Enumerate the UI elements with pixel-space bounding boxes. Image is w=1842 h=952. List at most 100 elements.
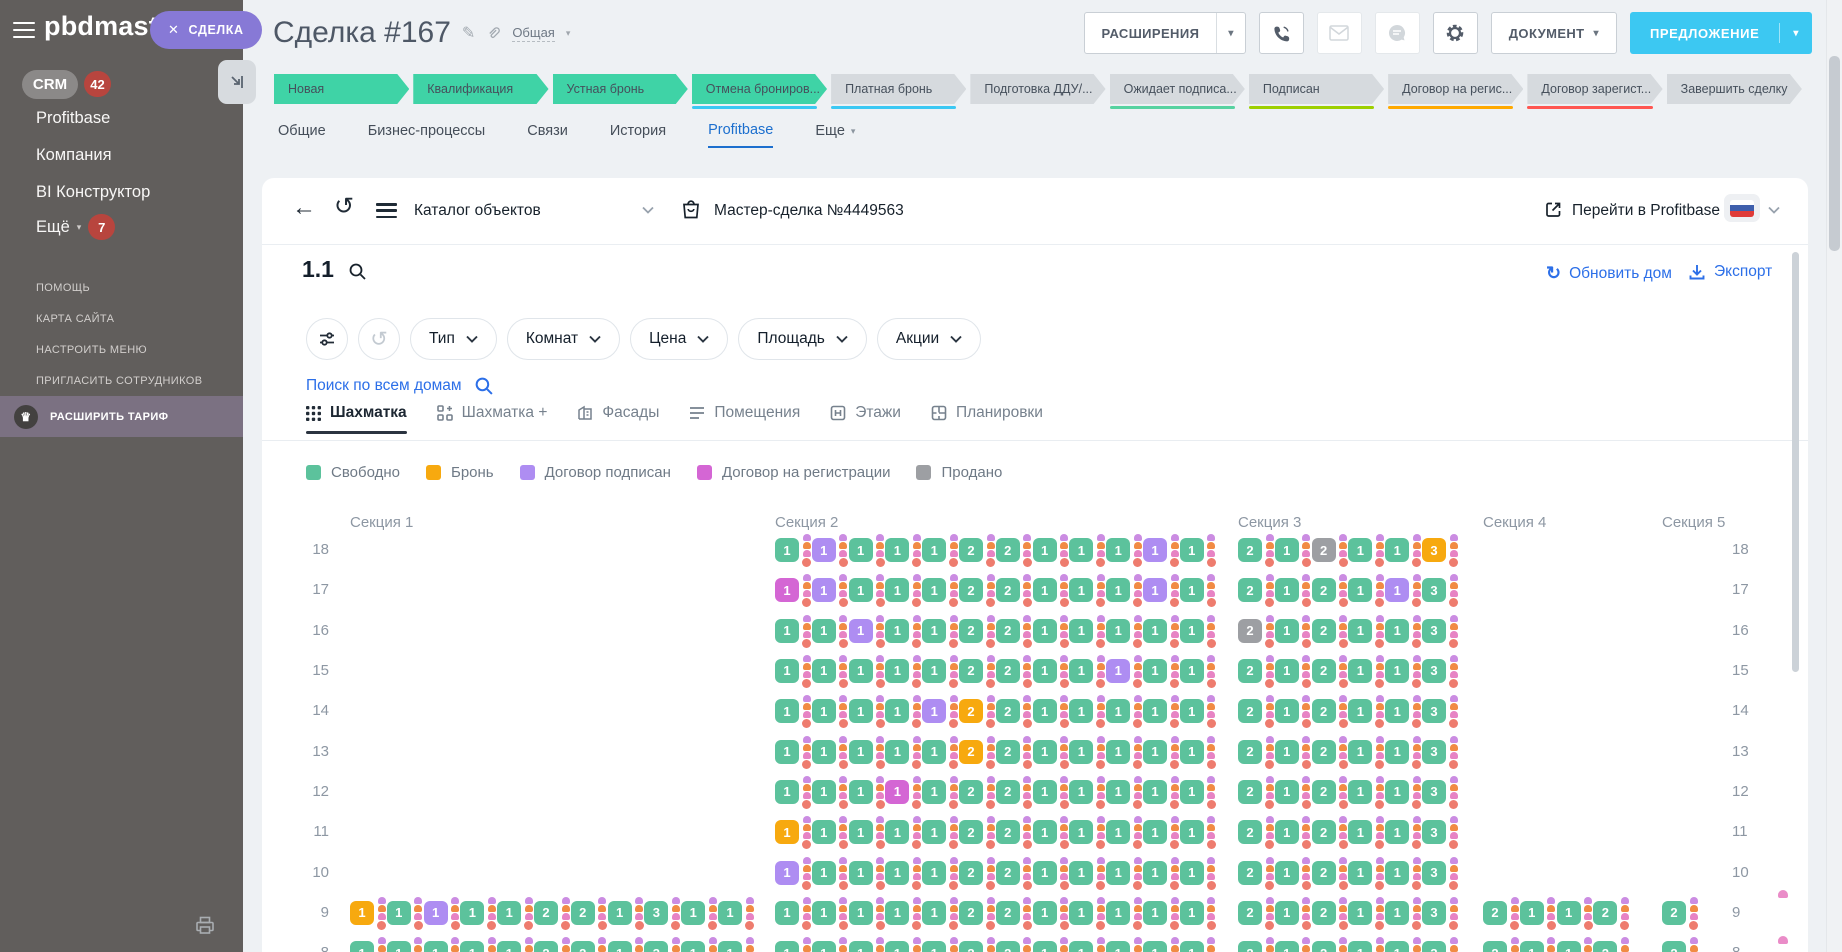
unit-cell[interactable]: 1 bbox=[1275, 578, 1299, 602]
unit-cell[interactable]: 1 bbox=[775, 538, 799, 562]
unit-cell[interactable]: 1 bbox=[885, 901, 909, 925]
unit-cell[interactable]: 1 bbox=[885, 941, 909, 952]
stage-11[interactable]: Завершить сделку bbox=[1667, 74, 1802, 109]
sidebar-item-3[interactable]: BI Конструктор bbox=[36, 174, 150, 211]
unit-cell[interactable]: 1 bbox=[1348, 659, 1372, 683]
unit-cell[interactable]: 1 bbox=[1106, 901, 1130, 925]
unit-cell[interactable]: 2 bbox=[996, 861, 1020, 885]
unit-cell[interactable]: 1 bbox=[424, 941, 448, 952]
unit-cell[interactable]: 1 bbox=[1348, 619, 1372, 643]
unit-cell[interactable]: 1 bbox=[1348, 901, 1372, 925]
chat-button[interactable] bbox=[1375, 12, 1420, 54]
unit-cell[interactable]: 1 bbox=[922, 820, 946, 844]
mail-button[interactable] bbox=[1317, 12, 1362, 54]
unit-cell[interactable]: 2 bbox=[1312, 820, 1336, 844]
unit-cell[interactable]: 2 bbox=[1312, 538, 1336, 562]
sidebar-footer-item-2[interactable]: КАРТА САЙТА bbox=[36, 303, 203, 334]
unit-cell[interactable]: 2 bbox=[1312, 578, 1336, 602]
unit-cell[interactable]: 1 bbox=[812, 941, 836, 952]
language-selector[interactable] bbox=[1724, 194, 1760, 222]
unit-cell[interactable]: 1 bbox=[885, 619, 909, 643]
unit-cell[interactable]: 1 bbox=[1106, 699, 1130, 723]
unit-cell[interactable]: 1 bbox=[1180, 699, 1204, 723]
grid-scrollbar[interactable] bbox=[1792, 252, 1799, 672]
unit-cell[interactable]: 2 bbox=[1312, 619, 1336, 643]
unit-cell[interactable]: 1 bbox=[1348, 941, 1372, 952]
pipeline-selector[interactable]: Общая bbox=[512, 25, 555, 42]
view-tab-3[interactable]: Фасады bbox=[577, 404, 659, 433]
view-tab-1[interactable]: Шахматка bbox=[306, 404, 407, 433]
filter-pill-2[interactable]: Комнат bbox=[507, 318, 620, 360]
catalog-selector[interactable]: Каталог объектов bbox=[414, 202, 541, 220]
unit-cell[interactable]: 1 bbox=[1180, 740, 1204, 764]
unit-cell[interactable]: 1 bbox=[849, 861, 873, 885]
unit-cell[interactable]: 1 bbox=[1180, 820, 1204, 844]
unit-cell[interactable]: 3 bbox=[1422, 619, 1446, 643]
settings-gear-button[interactable] bbox=[1433, 12, 1478, 54]
unit-cell[interactable]: 1 bbox=[1180, 619, 1204, 643]
unit-cell[interactable]: 1 bbox=[922, 578, 946, 602]
unit-cell[interactable]: 1 bbox=[1180, 659, 1204, 683]
unit-cell[interactable]: 1 bbox=[718, 901, 742, 925]
unit-cell[interactable]: 3 bbox=[644, 901, 668, 925]
sidebar-item-crm[interactable]: CRM bbox=[22, 70, 78, 99]
unit-cell[interactable]: 1 bbox=[812, 740, 836, 764]
unit-cell[interactable]: 2 bbox=[1312, 699, 1336, 723]
filter-pill-5[interactable]: Акции bbox=[877, 318, 981, 360]
unit-cell[interactable]: 1 bbox=[1348, 740, 1372, 764]
proposal-dropdown-caret[interactable]: ▾ bbox=[1779, 23, 1812, 43]
catalog-menu-icon[interactable] bbox=[376, 203, 397, 218]
tab-история[interactable]: История bbox=[610, 122, 666, 148]
external-link-icon[interactable] bbox=[1543, 199, 1564, 220]
filter-pill-1[interactable]: Тип bbox=[410, 318, 497, 360]
unit-cell[interactable]: 2 bbox=[1662, 941, 1686, 952]
unit-cell[interactable]: 1 bbox=[849, 538, 873, 562]
unit-cell[interactable]: 1 bbox=[849, 780, 873, 804]
unit-cell[interactable]: 3 bbox=[1422, 538, 1446, 562]
unit-cell[interactable]: 1 bbox=[1385, 941, 1409, 952]
unit-cell[interactable]: 1 bbox=[775, 659, 799, 683]
unit-cell[interactable]: 1 bbox=[1385, 699, 1409, 723]
unit-cell[interactable]: 1 bbox=[1385, 861, 1409, 885]
unit-cell[interactable]: 1 bbox=[812, 538, 836, 562]
unit-cell[interactable]: 2 bbox=[959, 578, 983, 602]
unit-cell[interactable]: 1 bbox=[1069, 861, 1093, 885]
stage-4[interactable]: Отмена брониров... bbox=[692, 74, 827, 109]
unit-cell[interactable]: 2 bbox=[1662, 901, 1686, 925]
unit-cell[interactable]: 1 bbox=[922, 901, 946, 925]
unit-cell[interactable]: 1 bbox=[885, 699, 909, 723]
unit-cell[interactable]: 1 bbox=[1275, 659, 1299, 683]
unit-cell[interactable]: 1 bbox=[1557, 901, 1581, 925]
link-icon[interactable] bbox=[486, 26, 501, 41]
unit-cell[interactable]: 1 bbox=[1106, 619, 1130, 643]
unit-cell[interactable]: 1 bbox=[1385, 901, 1409, 925]
unit-cell[interactable]: 2 bbox=[1238, 699, 1262, 723]
unit-cell[interactable]: 1 bbox=[1275, 619, 1299, 643]
tab-еще[interactable]: Еще▾ bbox=[815, 122, 855, 148]
unit-cell[interactable]: 2 bbox=[1238, 820, 1262, 844]
unit-cell[interactable]: 1 bbox=[1385, 659, 1409, 683]
sidebar-footer-item-1[interactable]: ПОМОЩЬ bbox=[36, 272, 203, 303]
unit-cell[interactable]: 2 bbox=[1238, 619, 1262, 643]
unit-cell[interactable]: 2 bbox=[959, 780, 983, 804]
stage-7[interactable]: Ожидает подписа... bbox=[1110, 74, 1245, 109]
unit-cell[interactable]: 2 bbox=[1483, 941, 1507, 952]
unit-cell[interactable]: 2 bbox=[1312, 740, 1336, 764]
unit-cell[interactable]: 3 bbox=[1422, 861, 1446, 885]
unit-cell[interactable]: 1 bbox=[1143, 901, 1167, 925]
unit-cell[interactable]: 1 bbox=[885, 740, 909, 764]
unit-cell[interactable]: 2 bbox=[996, 699, 1020, 723]
unit-cell[interactable]: 2 bbox=[959, 901, 983, 925]
unit-cell[interactable]: 1 bbox=[1143, 538, 1167, 562]
unit-cell[interactable]: 1 bbox=[922, 941, 946, 952]
unit-cell[interactable]: 1 bbox=[1385, 740, 1409, 764]
unit-cell[interactable]: 1 bbox=[1143, 861, 1167, 885]
stage-8[interactable]: Подписан bbox=[1249, 74, 1384, 109]
unit-cell[interactable]: 3 bbox=[1422, 941, 1446, 952]
unit-cell[interactable]: 1 bbox=[1348, 699, 1372, 723]
unit-cell[interactable]: 1 bbox=[1069, 699, 1093, 723]
unit-cell[interactable]: 1 bbox=[1033, 861, 1057, 885]
unit-cell[interactable]: 1 bbox=[1180, 780, 1204, 804]
tab-profitbase[interactable]: Profitbase bbox=[708, 122, 773, 148]
unit-cell[interactable]: 1 bbox=[1033, 699, 1057, 723]
